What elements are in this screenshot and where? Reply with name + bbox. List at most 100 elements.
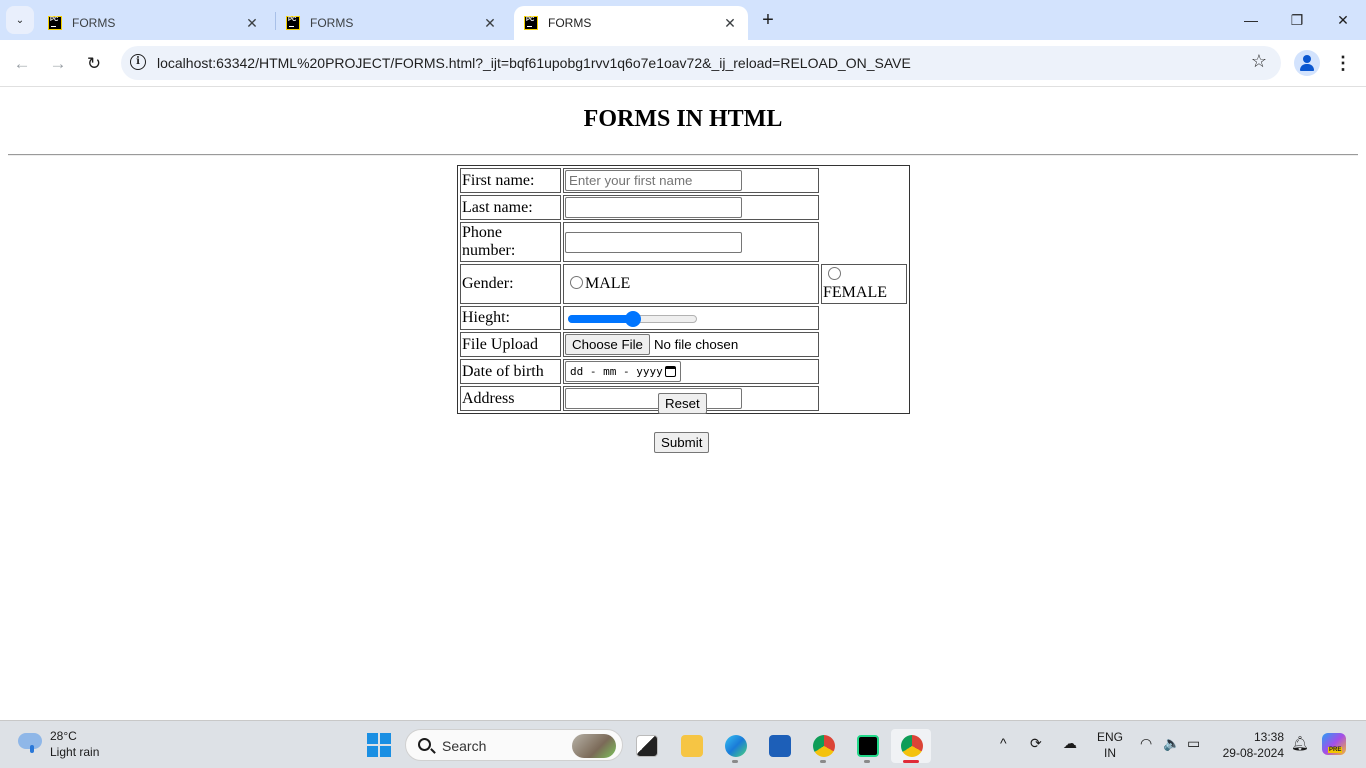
task-view-icon bbox=[636, 735, 658, 757]
profile-avatar-icon[interactable] bbox=[1294, 50, 1320, 76]
tab-2[interactable]: PC FORMS ✕ bbox=[276, 6, 508, 40]
slider-thumb[interactable] bbox=[624, 311, 641, 328]
tab-title: FORMS bbox=[548, 16, 592, 30]
back-button[interactable]: ← bbox=[8, 50, 36, 78]
search-icon bbox=[418, 738, 431, 751]
radio-male-label: MALE bbox=[585, 275, 631, 292]
folder-icon bbox=[681, 735, 703, 757]
tab-title: FORMS bbox=[72, 16, 116, 30]
label-last-name: Last name: bbox=[460, 195, 561, 220]
pycharm-icon: PC bbox=[48, 16, 62, 30]
taskbar: 28°C Light rain Search ^ ⟳ ☁ ENG IN ◠ 🔈 ▭… bbox=[0, 720, 1366, 768]
chrome-active-button[interactable] bbox=[891, 729, 931, 763]
taskbar-search[interactable]: Search bbox=[405, 729, 623, 761]
weather-rain-icon[interactable] bbox=[18, 733, 42, 753]
clock-time: 13:38 bbox=[1253, 730, 1284, 744]
label-date-of-birth: Date of birth bbox=[460, 359, 561, 384]
label-first-name: First name: bbox=[460, 168, 561, 193]
search-label: Search bbox=[442, 738, 487, 754]
label-file-upload: File Upload bbox=[460, 332, 561, 357]
close-window-button[interactable]: ✕ bbox=[1328, 8, 1358, 32]
maximize-button[interactable]: ❐ bbox=[1282, 8, 1312, 32]
radio-female-button[interactable] bbox=[828, 267, 841, 280]
lang-region: IN bbox=[1104, 746, 1116, 760]
height-slider[interactable] bbox=[568, 310, 697, 328]
pycharm-button[interactable] bbox=[847, 729, 887, 763]
file-status-text: No file chosen bbox=[653, 337, 739, 352]
date-of-birth-input[interactable]: dd - mm - yyyy bbox=[565, 361, 681, 382]
date-placeholder: dd - mm - yyyy bbox=[570, 365, 663, 378]
store-icon bbox=[769, 735, 791, 757]
weather-temperature[interactable]: 28°C bbox=[50, 729, 77, 743]
horizontal-rule bbox=[8, 154, 1358, 156]
chrome-icon bbox=[901, 735, 923, 757]
radio-male[interactable]: MALE bbox=[563, 264, 819, 304]
edge-icon bbox=[725, 735, 747, 757]
reload-button[interactable]: ↻ bbox=[80, 50, 108, 78]
form-row-height: Hieght: bbox=[460, 306, 907, 330]
reset-button[interactable]: Reset bbox=[658, 393, 707, 414]
url-text[interactable]: localhost:63342/HTML%20PROJECT/FORMS.htm… bbox=[157, 55, 911, 71]
page-content: FORMS IN HTML First name: Last name: Pho… bbox=[0, 88, 1366, 720]
language-indicator[interactable]: ENG IN bbox=[1096, 729, 1124, 761]
chevron-down-icon: ⌄ bbox=[15, 14, 25, 26]
tab-3-active[interactable]: PC FORMS ✕ bbox=[514, 6, 748, 40]
minimize-button[interactable]: — bbox=[1236, 8, 1266, 32]
phone-number-input[interactable] bbox=[565, 231, 742, 253]
bookmark-star-icon[interactable]: ☆ bbox=[1251, 51, 1267, 72]
forward-button[interactable]: → bbox=[44, 50, 72, 78]
page-heading: FORMS IN HTML bbox=[583, 106, 783, 132]
task-view-button[interactable] bbox=[626, 729, 666, 763]
radio-female[interactable]: FEMALE bbox=[821, 264, 907, 304]
label-phone-number: Phone number: bbox=[460, 222, 561, 262]
tab-strip: ⌄ PC FORMS ✕ PC FORMS ✕ PC FORMS ✕ + — ❐… bbox=[0, 0, 1366, 40]
label-height: Hieght: bbox=[460, 306, 561, 330]
form-table: First name: Last name: Phone number: Gen… bbox=[457, 165, 910, 414]
tab-search-button[interactable]: ⌄ bbox=[6, 6, 34, 34]
show-hidden-icons-chevron[interactable]: ^ bbox=[1000, 735, 1007, 751]
label-gender: Gender: bbox=[460, 264, 561, 304]
address-bar[interactable]: i localhost:63342/HTML%20PROJECT/FORMS.h… bbox=[121, 46, 1281, 80]
pycharm-icon: PC bbox=[286, 16, 300, 30]
edge-button[interactable] bbox=[715, 729, 755, 763]
more-menu-icon[interactable]: ⋮ bbox=[1333, 50, 1353, 76]
chrome-icon bbox=[813, 735, 835, 757]
clock[interactable]: 13:38 29-08-2024 bbox=[1218, 729, 1284, 761]
volume-icon[interactable]: 🔈 bbox=[1163, 735, 1180, 752]
microsoft-store-button[interactable] bbox=[759, 729, 799, 763]
close-icon[interactable]: ✕ bbox=[482, 15, 498, 32]
form-row-gender: Gender: MALE FEMALE bbox=[460, 264, 907, 304]
file-explorer-button[interactable] bbox=[671, 729, 711, 763]
address-input[interactable] bbox=[565, 388, 742, 409]
submit-button[interactable]: Submit bbox=[654, 432, 710, 453]
new-tab-button[interactable]: + bbox=[757, 8, 779, 32]
radio-male-button[interactable] bbox=[570, 276, 583, 289]
windows-start-icon[interactable] bbox=[367, 733, 391, 757]
form-row-first-name: First name: bbox=[460, 168, 907, 193]
lang-code: ENG bbox=[1096, 730, 1123, 744]
choose-file-button[interactable]: Choose File bbox=[565, 334, 650, 355]
copilot-icon[interactable]: PRE bbox=[1322, 733, 1346, 755]
notification-bell-icon[interactable]: 🔔︎ bbox=[1291, 735, 1309, 752]
copilot-badge: PRE bbox=[1328, 747, 1343, 753]
calendar-icon[interactable] bbox=[665, 366, 676, 377]
weather-description[interactable]: Light rain bbox=[50, 745, 99, 759]
cell-first-name bbox=[563, 168, 819, 193]
battery-icon[interactable]: ▭ bbox=[1187, 735, 1200, 752]
close-icon[interactable]: ✕ bbox=[722, 15, 738, 32]
site-info-icon[interactable]: i bbox=[130, 54, 146, 70]
label-address: Address bbox=[460, 386, 561, 411]
browser-toolbar: ← → ↻ i localhost:63342/HTML%20PROJECT/F… bbox=[0, 40, 1366, 87]
first-name-input[interactable] bbox=[565, 170, 742, 191]
sync-icon[interactable]: ⟳ bbox=[1030, 735, 1042, 752]
onedrive-cloud-icon[interactable]: ☁ bbox=[1063, 735, 1077, 752]
tab-1[interactable]: PC FORMS ✕ bbox=[38, 6, 270, 40]
wifi-icon[interactable]: ◠ bbox=[1140, 735, 1152, 752]
radio-female-label: FEMALE bbox=[823, 284, 887, 301]
last-name-input[interactable] bbox=[565, 197, 742, 218]
clock-date: 29-08-2024 bbox=[1222, 746, 1284, 760]
tab-title: FORMS bbox=[310, 16, 354, 30]
close-icon[interactable]: ✕ bbox=[244, 15, 260, 32]
chrome-profile-button[interactable] bbox=[803, 729, 843, 763]
pycharm-icon bbox=[857, 735, 879, 757]
